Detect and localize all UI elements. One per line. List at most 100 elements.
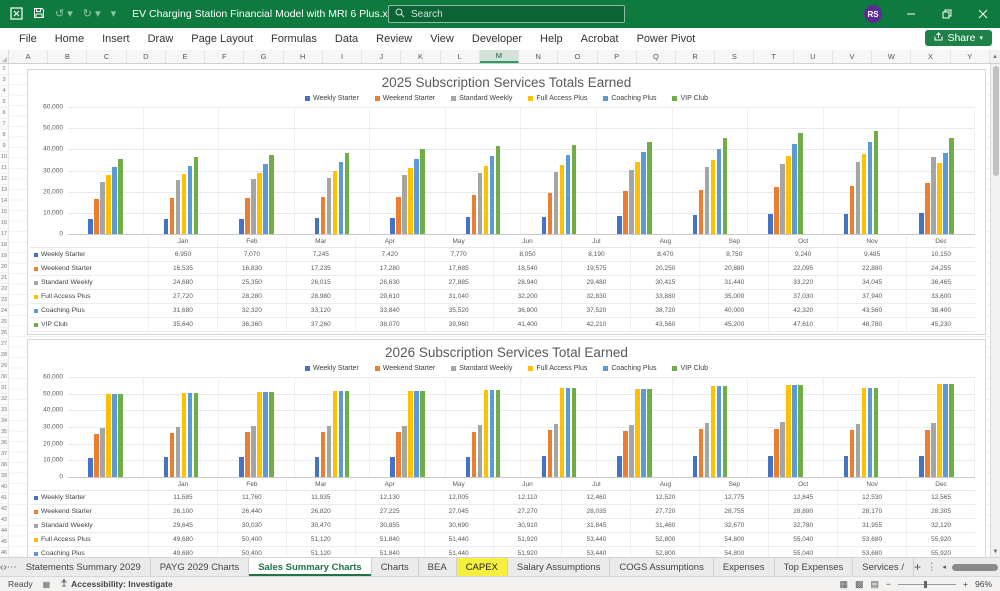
ribbon-tab-draw[interactable]: Draw xyxy=(139,30,183,48)
row-header-8[interactable]: 8 xyxy=(0,130,8,141)
restore-button[interactable] xyxy=(930,0,964,28)
ribbon-tab-view[interactable]: View xyxy=(421,30,463,48)
select-all-corner[interactable] xyxy=(0,50,9,63)
row-header-39[interactable]: 39 xyxy=(0,471,8,482)
share-button[interactable]: Share ▾ xyxy=(925,30,992,46)
save-icon[interactable] xyxy=(33,7,45,21)
ribbon-tab-developer[interactable]: Developer xyxy=(463,30,531,48)
column-header-U[interactable]: U xyxy=(794,50,833,63)
column-header-J[interactable]: J xyxy=(362,50,401,63)
row-header-10[interactable]: 10 xyxy=(0,152,8,163)
column-header-A[interactable]: A xyxy=(9,50,48,63)
sheet-tab-capex[interactable]: CAPEX xyxy=(457,558,508,576)
minimize-button[interactable] xyxy=(894,0,928,28)
page-layout-view-icon[interactable]: ▩ xyxy=(855,579,864,590)
row-header-17[interactable]: 17 xyxy=(0,229,8,240)
row-header-16[interactable]: 16 xyxy=(0,218,8,229)
column-header-O[interactable]: O xyxy=(558,50,597,63)
zoom-out-icon[interactable]: − xyxy=(886,579,891,589)
row-header-41[interactable]: 41 xyxy=(0,493,8,504)
ribbon-tab-insert[interactable]: Insert xyxy=(93,30,139,48)
sheet-tab-cogs-assumptions[interactable]: COGS Assumptions xyxy=(610,558,713,576)
row-header-25[interactable]: 25 xyxy=(0,317,8,328)
row-header-37[interactable]: 37 xyxy=(0,449,8,460)
close-button[interactable] xyxy=(966,0,1000,28)
row-header-6[interactable]: 6 xyxy=(0,108,8,119)
search-box[interactable] xyxy=(388,5,625,23)
ribbon-tab-acrobat[interactable]: Acrobat xyxy=(572,30,628,48)
row-header-45[interactable]: 45 xyxy=(0,537,8,548)
column-header-L[interactable]: L xyxy=(441,50,480,63)
vertical-scrollbar[interactable]: ▼ xyxy=(990,64,1000,557)
column-header-Q[interactable]: Q xyxy=(637,50,676,63)
row-header-26[interactable]: 26 xyxy=(0,328,8,339)
row-header-30[interactable]: 30 xyxy=(0,372,8,383)
scrollbar-thumb[interactable] xyxy=(993,66,999,176)
scroll-up-icon[interactable]: ▲ xyxy=(990,50,1000,63)
row-header-33[interactable]: 33 xyxy=(0,405,8,416)
ribbon-tab-data[interactable]: Data xyxy=(326,30,367,48)
row-header-24[interactable]: 24 xyxy=(0,306,8,317)
column-header-R[interactable]: R xyxy=(676,50,715,63)
row-header-29[interactable]: 29 xyxy=(0,361,8,372)
column-header-I[interactable]: I xyxy=(323,50,362,63)
column-header-N[interactable]: N xyxy=(519,50,558,63)
row-header-18[interactable]: 18 xyxy=(0,240,8,251)
ribbon-tab-page-layout[interactable]: Page Layout xyxy=(182,30,262,48)
column-header-E[interactable]: E xyxy=(166,50,205,63)
column-header-W[interactable]: W xyxy=(872,50,911,63)
row-header-15[interactable]: 15 xyxy=(0,207,8,218)
row-header-9[interactable]: 9 xyxy=(0,141,8,152)
sheet-options-icon[interactable]: ⋮ xyxy=(927,562,937,573)
hscroll-left-icon[interactable]: ◂ xyxy=(942,563,946,571)
sheet-tab-bea[interactable]: BEA xyxy=(419,558,457,576)
row-header-34[interactable]: 34 xyxy=(0,416,8,427)
new-sheet-button[interactable]: + xyxy=(914,560,921,574)
row-header-4[interactable]: 4 xyxy=(0,86,8,97)
column-header-K[interactable]: K xyxy=(401,50,440,63)
chart-2025-subscription-totals[interactable]: 2025 Subscription Services Totals Earned… xyxy=(27,69,986,335)
zoom-level[interactable]: 96% xyxy=(975,579,992,589)
undo-icon[interactable]: ↺ ▾ xyxy=(55,9,73,20)
ribbon-tab-formulas[interactable]: Formulas xyxy=(262,30,326,48)
row-header-13[interactable]: 13 xyxy=(0,185,8,196)
column-header-B[interactable]: B xyxy=(48,50,87,63)
column-header-H[interactable]: H xyxy=(284,50,323,63)
ribbon-tab-power-pivot[interactable]: Power Pivot xyxy=(628,30,705,48)
row-header-42[interactable]: 42 xyxy=(0,504,8,515)
row-header-5[interactable]: 5 xyxy=(0,97,8,108)
sheet-tab-expenses[interactable]: Expenses xyxy=(714,558,775,576)
column-header-Y[interactable]: Y xyxy=(951,50,990,63)
ribbon-tab-help[interactable]: Help xyxy=(531,30,572,48)
sheet-tab-top-expenses[interactable]: Top Expenses xyxy=(775,558,854,576)
sheet-tab-salary-assumptions[interactable]: Salary Assumptions xyxy=(508,558,610,576)
zoom-slider[interactable] xyxy=(898,584,956,585)
sheet-tab-services[interactable]: Services / xyxy=(853,558,914,576)
row-header-36[interactable]: 36 xyxy=(0,438,8,449)
row-header-32[interactable]: 32 xyxy=(0,394,8,405)
column-header-P[interactable]: P xyxy=(598,50,637,63)
column-header-G[interactable]: G xyxy=(244,50,283,63)
row-header-12[interactable]: 12 xyxy=(0,174,8,185)
chart-2026-subscription-totals[interactable]: 2026 Subscription Services Total Earned … xyxy=(27,339,986,557)
column-header-M[interactable]: M xyxy=(480,50,519,63)
page-break-view-icon[interactable]: ▤ xyxy=(871,579,880,590)
scroll-down-icon[interactable]: ▼ xyxy=(993,549,999,555)
row-header-40[interactable]: 40 xyxy=(0,482,8,493)
row-header-3[interactable]: 3 xyxy=(0,75,8,86)
row-header-2[interactable]: 2 xyxy=(0,64,8,75)
column-header-D[interactable]: D xyxy=(127,50,166,63)
row-header-7[interactable]: 7 xyxy=(0,119,8,130)
column-header-F[interactable]: F xyxy=(205,50,244,63)
row-header-11[interactable]: 11 xyxy=(0,163,8,174)
column-header-X[interactable]: X xyxy=(911,50,950,63)
row-header-31[interactable]: 31 xyxy=(0,383,8,394)
row-header-21[interactable]: 21 xyxy=(0,273,8,284)
row-header-35[interactable]: 35 xyxy=(0,427,8,438)
ribbon-tab-review[interactable]: Review xyxy=(367,30,421,48)
column-header-C[interactable]: C xyxy=(87,50,126,63)
row-header-38[interactable]: 38 xyxy=(0,460,8,471)
ribbon-tab-file[interactable]: File xyxy=(10,30,46,48)
avatar[interactable]: RS xyxy=(864,5,882,23)
row-header-28[interactable]: 28 xyxy=(0,350,8,361)
